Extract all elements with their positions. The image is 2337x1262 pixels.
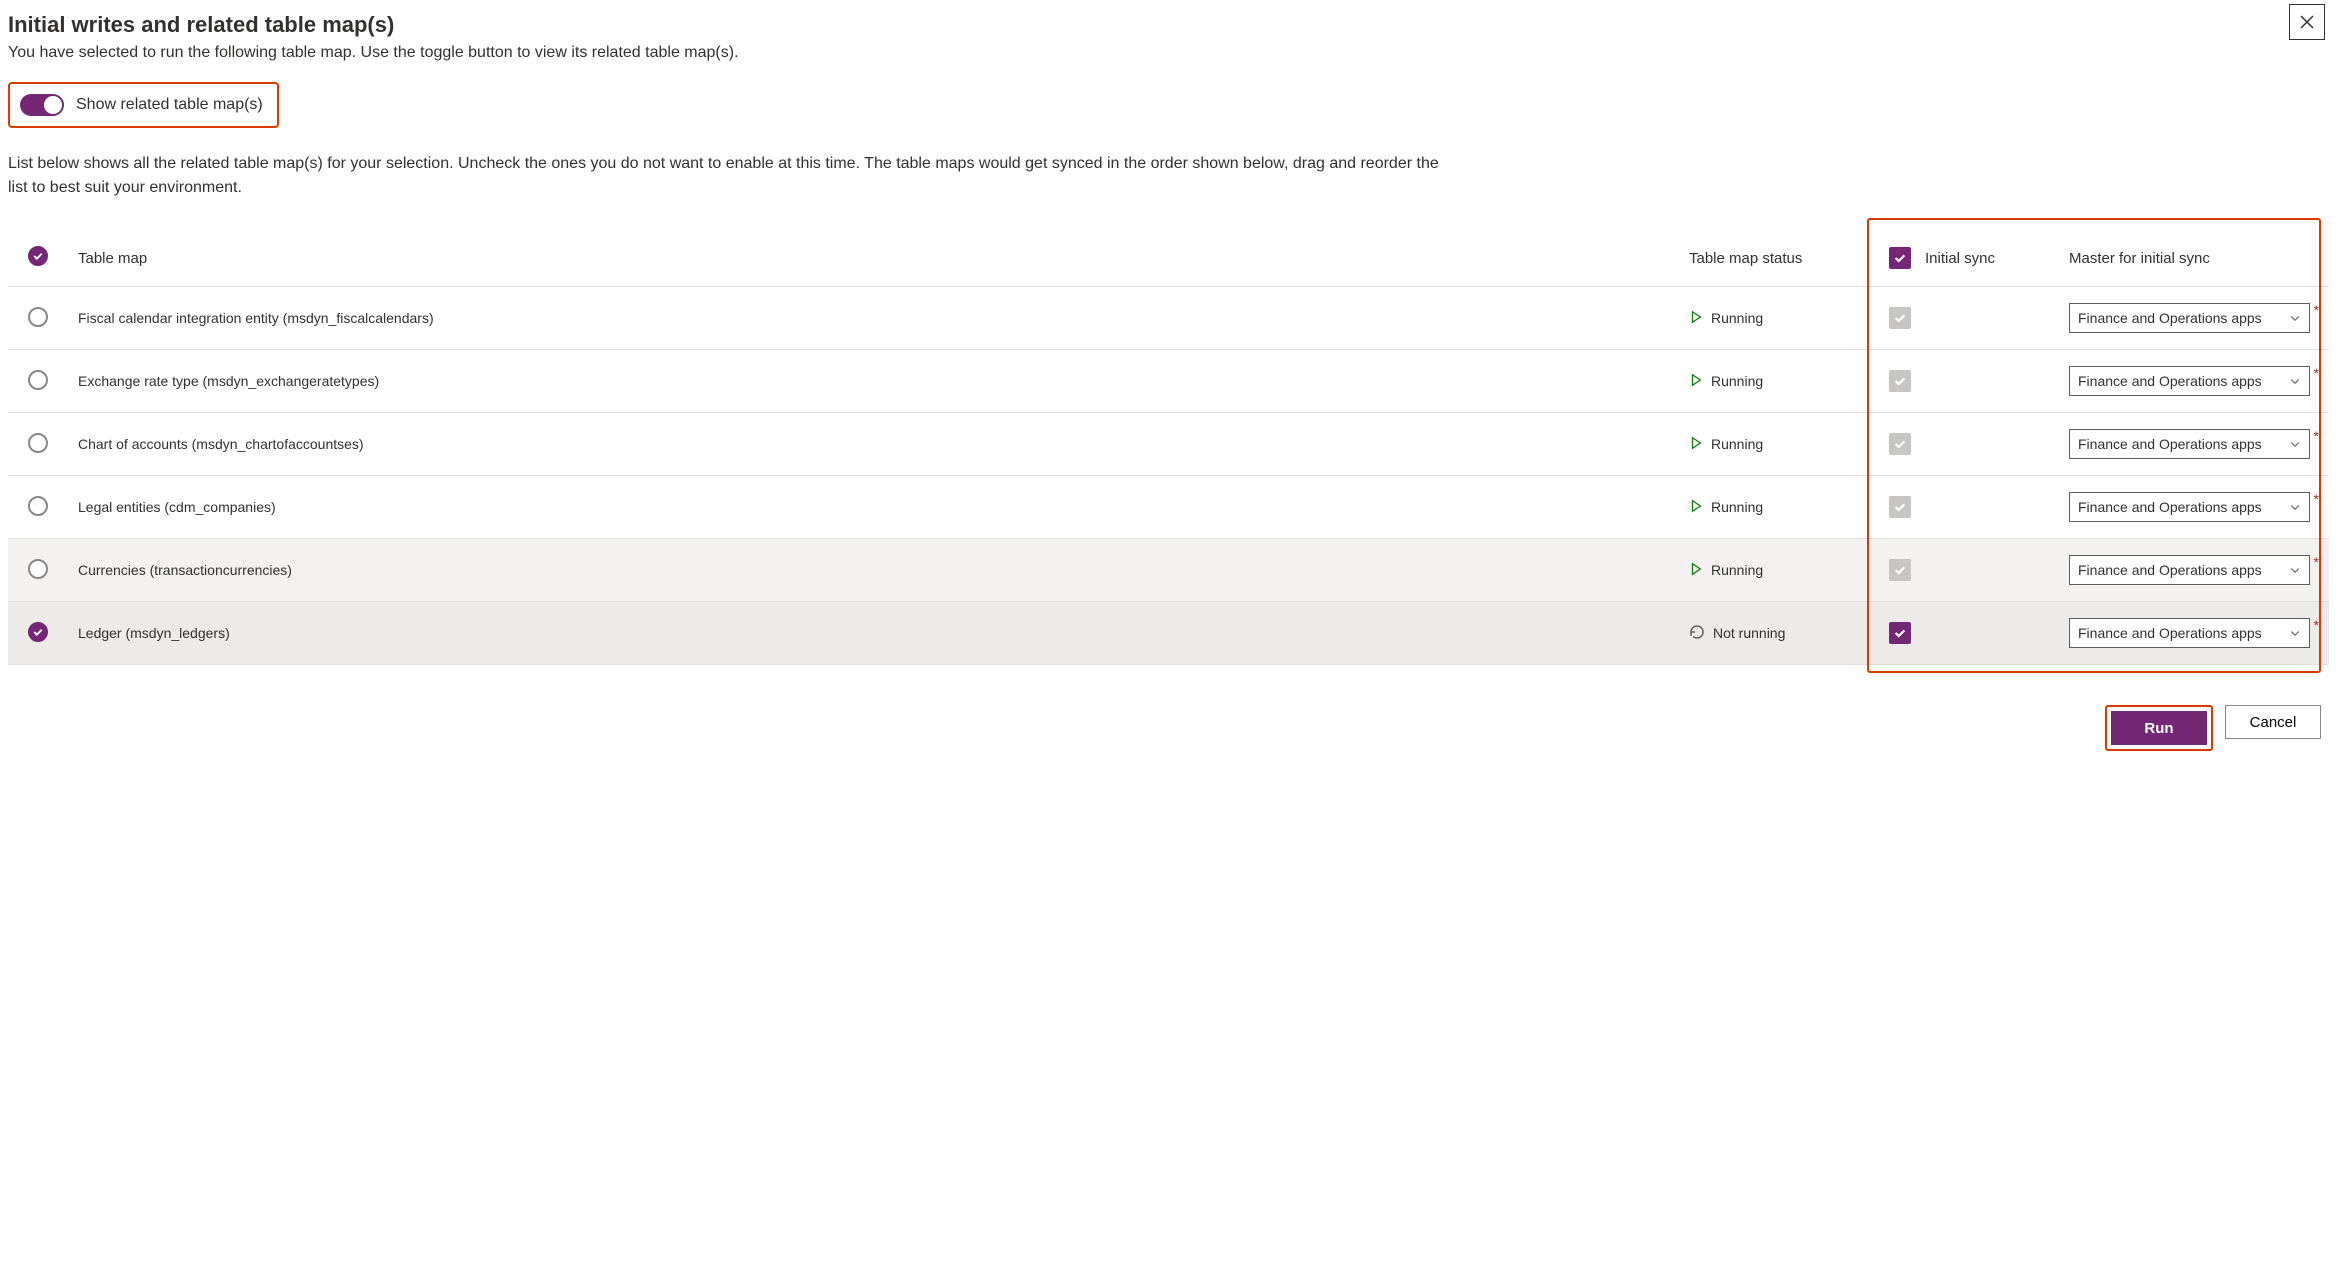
col-header-name[interactable]: Table map — [68, 230, 1679, 287]
required-asterisk: * — [2314, 618, 2319, 632]
initial-sync-checkbox — [1889, 559, 1911, 581]
row-name: Chart of accounts (msdyn_chartofaccounts… — [68, 413, 1679, 476]
master-dropdown[interactable]: Finance and Operations apps — [2069, 303, 2310, 333]
table-row[interactable]: Exchange rate type (msdyn_exchangeratety… — [8, 350, 2329, 413]
initial-sync-checkbox[interactable] — [1889, 622, 1911, 644]
required-asterisk: * — [2314, 429, 2319, 443]
master-dropdown[interactable]: Finance and Operations apps — [2069, 555, 2310, 585]
row-name: Fiscal calendar integration entity (msdy… — [68, 287, 1679, 350]
master-dropdown[interactable]: Finance and Operations apps — [2069, 366, 2310, 396]
initial-sync-checkbox — [1889, 496, 1911, 518]
select-all-radio[interactable] — [28, 246, 48, 266]
master-dropdown[interactable]: Finance and Operations apps — [2069, 429, 2310, 459]
cancel-button[interactable]: Cancel — [2225, 705, 2321, 739]
col-header-master[interactable]: Master for initial sync — [2059, 230, 2329, 287]
row-name: Legal entities (cdm_companies) — [68, 476, 1679, 539]
master-dropdown-label: Finance and Operations apps — [2078, 373, 2262, 389]
dialog-footer: Run Cancel — [8, 665, 2329, 751]
status-text: Running — [1711, 373, 1763, 389]
row-radio[interactable] — [28, 370, 48, 390]
master-dropdown-label: Finance and Operations apps — [2078, 562, 2262, 578]
initial-sync-checkbox — [1889, 370, 1911, 392]
initial-sync-header-checkbox[interactable] — [1889, 247, 1911, 269]
initial-sync-checkbox — [1889, 307, 1911, 329]
running-icon — [1689, 499, 1703, 516]
table-row[interactable]: Ledger (msdyn_ledgers) Not running Finance… — [8, 602, 2329, 665]
run-button[interactable]: Run — [2111, 711, 2207, 745]
running-icon — [1689, 310, 1703, 327]
status-text: Running — [1711, 499, 1763, 515]
col-header-initial-sync[interactable]: Initial sync — [1925, 250, 1995, 267]
table-row[interactable]: Fiscal calendar integration entity (msdy… — [8, 287, 2329, 350]
chevron-down-icon — [2289, 627, 2301, 639]
row-radio[interactable] — [28, 622, 48, 642]
master-dropdown[interactable]: Finance and Operations apps — [2069, 492, 2310, 522]
table-row[interactable]: Legal entities (cdm_companies) Running Fin… — [8, 476, 2329, 539]
dialog-description: List below shows all the related table m… — [8, 152, 1448, 200]
master-dropdown-label: Finance and Operations apps — [2078, 310, 2262, 326]
chevron-down-icon — [2289, 564, 2301, 576]
required-asterisk: * — [2314, 555, 2319, 569]
initial-sync-checkbox — [1889, 433, 1911, 455]
master-dropdown[interactable]: Finance and Operations apps — [2069, 618, 2310, 648]
status-text: Running — [1711, 310, 1763, 326]
toggle-knob — [44, 96, 62, 114]
col-header-status[interactable]: Table map status — [1679, 230, 1879, 287]
row-radio[interactable] — [28, 433, 48, 453]
toggle-label: Show related table map(s) — [76, 96, 263, 114]
chevron-down-icon — [2289, 438, 2301, 450]
table-row[interactable]: Currencies (transactioncurrencies) Runnin… — [8, 539, 2329, 602]
chevron-down-icon — [2289, 312, 2301, 324]
table-wrapper: Table map Table map status Initial sync … — [8, 230, 2329, 665]
not-running-icon — [1689, 624, 1705, 643]
row-name: Exchange rate type (msdyn_exchangeratety… — [68, 350, 1679, 413]
table-row[interactable]: Chart of accounts (msdyn_chartofaccounts… — [8, 413, 2329, 476]
running-icon — [1689, 562, 1703, 579]
dialog-title: Initial writes and related table map(s) — [8, 12, 2329, 38]
dialog-subtitle: You have selected to run the following t… — [8, 44, 2329, 62]
initial-writes-dialog: Initial writes and related table map(s) … — [0, 0, 2337, 771]
master-dropdown-label: Finance and Operations apps — [2078, 436, 2262, 452]
running-icon — [1689, 373, 1703, 390]
chevron-down-icon — [2289, 501, 2301, 513]
required-asterisk: * — [2314, 366, 2319, 380]
master-dropdown-label: Finance and Operations apps — [2078, 625, 2262, 641]
show-related-toggle[interactable] — [20, 94, 64, 116]
row-radio[interactable] — [28, 496, 48, 516]
running-icon — [1689, 436, 1703, 453]
row-name: Ledger (msdyn_ledgers) — [68, 602, 1679, 665]
table-maps-table: Table map Table map status Initial sync … — [8, 230, 2329, 665]
required-asterisk: * — [2314, 492, 2319, 506]
annotation-highlight-run: Run — [2105, 705, 2213, 751]
row-name: Currencies (transactioncurrencies) — [68, 539, 1679, 602]
status-text: Running — [1711, 562, 1763, 578]
chevron-down-icon — [2289, 375, 2301, 387]
status-text: Running — [1711, 436, 1763, 452]
close-icon — [2299, 14, 2315, 30]
show-related-toggle-group: Show related table map(s) — [8, 82, 279, 128]
close-button[interactable] — [2289, 4, 2325, 40]
row-radio[interactable] — [28, 559, 48, 579]
status-text: Not running — [1713, 625, 1785, 641]
table-header-row: Table map Table map status Initial sync … — [8, 230, 2329, 287]
master-dropdown-label: Finance and Operations apps — [2078, 499, 2262, 515]
row-radio[interactable] — [28, 307, 48, 327]
required-asterisk: * — [2314, 303, 2319, 317]
